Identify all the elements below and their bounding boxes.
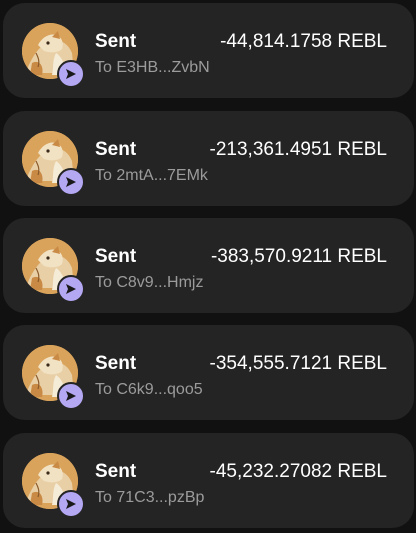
transaction-amount: -45,232.27082 REBL xyxy=(209,461,387,482)
token-avatar xyxy=(22,453,85,518)
recipient-address: To E3HB...ZvbN xyxy=(95,59,210,76)
transaction-status: Sent xyxy=(95,353,137,374)
token-avatar xyxy=(22,238,85,303)
transaction-item[interactable]: Sent -383,570.9211 REBL To C8v9...Hmjz xyxy=(3,218,414,313)
transaction-status: Sent xyxy=(95,31,137,52)
recipient-address: To C8v9...Hmjz xyxy=(95,274,204,291)
recipient-address: To C6k9...qoo5 xyxy=(95,381,203,398)
send-arrow-icon xyxy=(57,60,85,88)
send-arrow-icon xyxy=(57,168,85,196)
transaction-item[interactable]: Sent -213,361.4951 REBL To 2mtA...7EMk xyxy=(3,111,414,206)
send-arrow-icon xyxy=(57,490,85,518)
token-avatar xyxy=(22,131,85,196)
transaction-amount: -44,814.1758 REBL xyxy=(220,31,387,52)
transaction-status: Sent xyxy=(95,246,137,267)
send-arrow-icon xyxy=(57,382,85,410)
transaction-item[interactable]: Sent -354,555.7121 REBL To C6k9...qoo5 xyxy=(3,325,414,420)
transaction-item[interactable]: Sent -45,232.27082 REBL To 71C3...pzBp xyxy=(3,433,414,528)
transaction-amount: -213,361.4951 REBL xyxy=(209,139,387,160)
recipient-address: To 71C3...pzBp xyxy=(95,489,205,506)
token-avatar xyxy=(22,23,85,88)
send-arrow-icon xyxy=(57,275,85,303)
transaction-list: Sent -44,814.1758 REBL To E3HB...ZvbN Se… xyxy=(0,0,416,533)
transaction-amount: -383,570.9211 REBL xyxy=(210,246,387,267)
transaction-status: Sent xyxy=(95,139,137,160)
transaction-item[interactable]: Sent -44,814.1758 REBL To E3HB...ZvbN xyxy=(3,3,414,98)
transaction-amount: -354,555.7121 REBL xyxy=(209,353,387,374)
token-avatar xyxy=(22,345,85,410)
transaction-status: Sent xyxy=(95,461,137,482)
recipient-address: To 2mtA...7EMk xyxy=(95,167,208,184)
